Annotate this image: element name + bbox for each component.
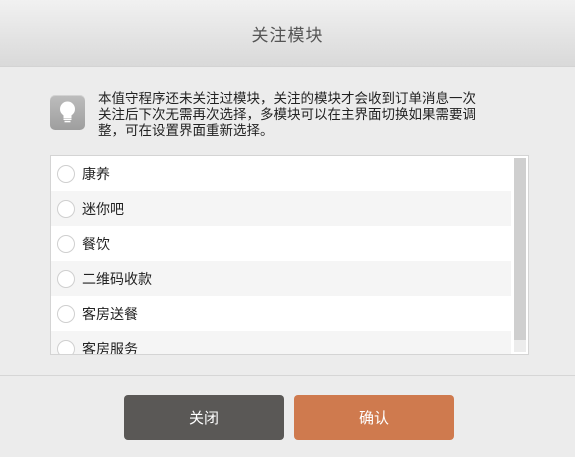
confirm-button[interactable]: 确认 [294, 395, 454, 440]
module-follow-dialog: 关注模块 本值守程序还未关注过模块，关注的模块才会收到订单消息一次关注后下次无需… [0, 0, 575, 457]
module-list-item[interactable]: 餐饮 [51, 226, 511, 261]
list-scrollbar[interactable] [514, 158, 526, 352]
dialog-header: 关注模块 [0, 0, 575, 67]
module-label: 迷你吧 [82, 201, 124, 218]
close-button[interactable]: 关闭 [124, 395, 284, 440]
module-list-item[interactable]: 客房送餐 [51, 296, 511, 331]
module-label: 二维码收款 [82, 271, 152, 288]
module-label: 康养 [82, 166, 110, 183]
dialog-title: 关注模块 [251, 25, 324, 46]
module-label: 餐饮 [82, 236, 110, 253]
lightbulb-icon [50, 95, 85, 130]
module-list-items: 康养迷你吧餐饮二维码收款客房送餐客房服务 [51, 156, 511, 355]
module-list[interactable]: 康养迷你吧餐饮二维码收款客房送餐客房服务 [50, 155, 529, 355]
module-radio[interactable] [57, 304, 75, 323]
module-label: 客房送餐 [82, 306, 138, 323]
list-scrollbar-thumb[interactable] [514, 158, 526, 340]
module-label: 客房服务 [82, 341, 138, 355]
module-list-item[interactable]: 迷你吧 [51, 191, 511, 226]
module-radio[interactable] [57, 339, 75, 354]
module-radio[interactable] [57, 199, 75, 218]
module-list-item[interactable]: 二维码收款 [51, 261, 511, 296]
footer-divider [0, 375, 575, 376]
module-radio[interactable] [57, 269, 75, 288]
notice-panel: 本值守程序还未关注过模块，关注的模块才会收到订单消息一次关注后下次无需再次选择，… [50, 91, 520, 142]
module-list-item[interactable]: 客房服务 [51, 331, 511, 355]
module-radio[interactable] [57, 234, 75, 253]
notice-text: 本值守程序还未关注过模块，关注的模块才会收到订单消息一次关注后下次无需再次选择，… [98, 91, 476, 139]
module-radio[interactable] [57, 164, 75, 183]
lightbulb-icon-graphic [60, 101, 75, 123]
module-list-item[interactable]: 康养 [51, 156, 511, 191]
